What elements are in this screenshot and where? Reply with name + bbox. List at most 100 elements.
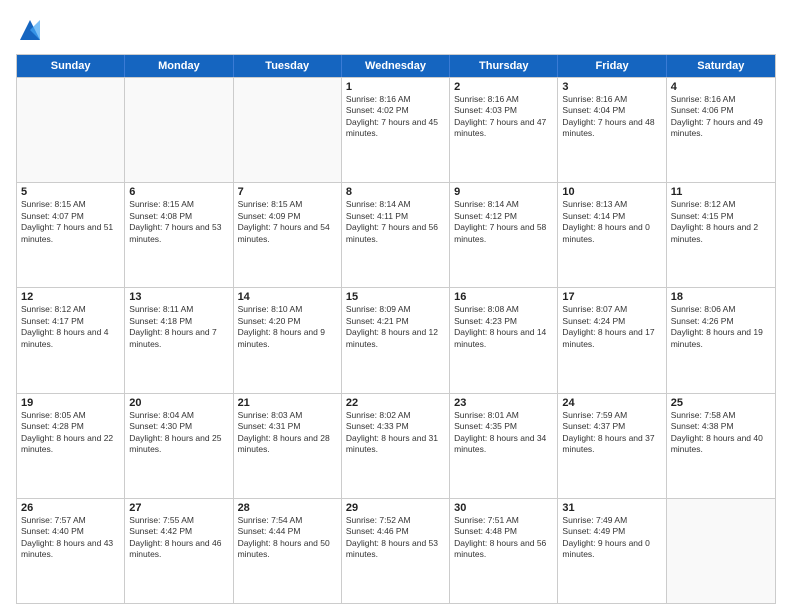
day-info: Sunrise: 8:12 AMSunset: 4:17 PMDaylight:… <box>21 304 120 350</box>
calendar-cell: 9Sunrise: 8:14 AMSunset: 4:12 PMDaylight… <box>450 183 558 287</box>
calendar-cell: 5Sunrise: 8:15 AMSunset: 4:07 PMDaylight… <box>17 183 125 287</box>
day-number: 26 <box>21 502 120 514</box>
day-info: Sunrise: 8:04 AMSunset: 4:30 PMDaylight:… <box>129 410 228 456</box>
calendar-cell: 8Sunrise: 8:14 AMSunset: 4:11 PMDaylight… <box>342 183 450 287</box>
day-number: 16 <box>454 291 553 303</box>
calendar-cell <box>234 78 342 182</box>
day-info: Sunrise: 8:05 AMSunset: 4:28 PMDaylight:… <box>21 410 120 456</box>
day-info: Sunrise: 8:14 AMSunset: 4:11 PMDaylight:… <box>346 199 445 245</box>
day-info: Sunrise: 8:12 AMSunset: 4:15 PMDaylight:… <box>671 199 771 245</box>
calendar-cell: 19Sunrise: 8:05 AMSunset: 4:28 PMDayligh… <box>17 394 125 498</box>
calendar-cell: 28Sunrise: 7:54 AMSunset: 4:44 PMDayligh… <box>234 499 342 603</box>
calendar-cell: 20Sunrise: 8:04 AMSunset: 4:30 PMDayligh… <box>125 394 233 498</box>
calendar-cell <box>17 78 125 182</box>
day-number: 11 <box>671 186 771 198</box>
day-number: 5 <box>21 186 120 198</box>
calendar: SundayMondayTuesdayWednesdayThursdayFrid… <box>16 54 776 604</box>
calendar-cell: 13Sunrise: 8:11 AMSunset: 4:18 PMDayligh… <box>125 288 233 392</box>
day-info: Sunrise: 8:14 AMSunset: 4:12 PMDaylight:… <box>454 199 553 245</box>
calendar-header-cell: Saturday <box>667 55 775 77</box>
day-number: 17 <box>562 291 661 303</box>
calendar-cell: 1Sunrise: 8:16 AMSunset: 4:02 PMDaylight… <box>342 78 450 182</box>
day-info: Sunrise: 8:16 AMSunset: 4:04 PMDaylight:… <box>562 94 661 140</box>
day-info: Sunrise: 8:06 AMSunset: 4:26 PMDaylight:… <box>671 304 771 350</box>
day-info: Sunrise: 8:16 AMSunset: 4:02 PMDaylight:… <box>346 94 445 140</box>
calendar-cell: 25Sunrise: 7:58 AMSunset: 4:38 PMDayligh… <box>667 394 775 498</box>
day-number: 29 <box>346 502 445 514</box>
calendar-header-cell: Friday <box>558 55 666 77</box>
day-number: 2 <box>454 81 553 93</box>
calendar-cell: 31Sunrise: 7:49 AMSunset: 4:49 PMDayligh… <box>558 499 666 603</box>
day-info: Sunrise: 8:15 AMSunset: 4:08 PMDaylight:… <box>129 199 228 245</box>
day-number: 21 <box>238 397 337 409</box>
day-number: 19 <box>21 397 120 409</box>
day-number: 4 <box>671 81 771 93</box>
calendar-cell: 6Sunrise: 8:15 AMSunset: 4:08 PMDaylight… <box>125 183 233 287</box>
calendar-cell: 14Sunrise: 8:10 AMSunset: 4:20 PMDayligh… <box>234 288 342 392</box>
calendar-header-cell: Thursday <box>450 55 558 77</box>
calendar-body: 1Sunrise: 8:16 AMSunset: 4:02 PMDaylight… <box>17 77 775 603</box>
calendar-cell: 29Sunrise: 7:52 AMSunset: 4:46 PMDayligh… <box>342 499 450 603</box>
day-number: 3 <box>562 81 661 93</box>
calendar-header-cell: Monday <box>125 55 233 77</box>
day-info: Sunrise: 8:02 AMSunset: 4:33 PMDaylight:… <box>346 410 445 456</box>
day-number: 22 <box>346 397 445 409</box>
calendar-cell: 15Sunrise: 8:09 AMSunset: 4:21 PMDayligh… <box>342 288 450 392</box>
day-number: 10 <box>562 186 661 198</box>
day-number: 31 <box>562 502 661 514</box>
calendar-header: SundayMondayTuesdayWednesdayThursdayFrid… <box>17 55 775 77</box>
calendar-header-cell: Tuesday <box>234 55 342 77</box>
calendar-cell: 16Sunrise: 8:08 AMSunset: 4:23 PMDayligh… <box>450 288 558 392</box>
logo <box>16 16 48 44</box>
day-number: 15 <box>346 291 445 303</box>
day-info: Sunrise: 7:55 AMSunset: 4:42 PMDaylight:… <box>129 515 228 561</box>
day-info: Sunrise: 8:07 AMSunset: 4:24 PMDaylight:… <box>562 304 661 350</box>
day-number: 8 <box>346 186 445 198</box>
calendar-cell: 2Sunrise: 8:16 AMSunset: 4:03 PMDaylight… <box>450 78 558 182</box>
calendar-header-cell: Sunday <box>17 55 125 77</box>
day-number: 9 <box>454 186 553 198</box>
calendar-week: 1Sunrise: 8:16 AMSunset: 4:02 PMDaylight… <box>17 77 775 182</box>
day-info: Sunrise: 8:11 AMSunset: 4:18 PMDaylight:… <box>129 304 228 350</box>
day-number: 6 <box>129 186 228 198</box>
day-number: 13 <box>129 291 228 303</box>
calendar-week: 26Sunrise: 7:57 AMSunset: 4:40 PMDayligh… <box>17 498 775 603</box>
day-info: Sunrise: 7:57 AMSunset: 4:40 PMDaylight:… <box>21 515 120 561</box>
calendar-cell: 7Sunrise: 8:15 AMSunset: 4:09 PMDaylight… <box>234 183 342 287</box>
day-info: Sunrise: 7:58 AMSunset: 4:38 PMDaylight:… <box>671 410 771 456</box>
calendar-cell: 27Sunrise: 7:55 AMSunset: 4:42 PMDayligh… <box>125 499 233 603</box>
day-number: 28 <box>238 502 337 514</box>
day-number: 18 <box>671 291 771 303</box>
calendar-cell: 30Sunrise: 7:51 AMSunset: 4:48 PMDayligh… <box>450 499 558 603</box>
day-number: 7 <box>238 186 337 198</box>
day-number: 1 <box>346 81 445 93</box>
calendar-header-cell: Wednesday <box>342 55 450 77</box>
day-info: Sunrise: 7:59 AMSunset: 4:37 PMDaylight:… <box>562 410 661 456</box>
day-info: Sunrise: 8:13 AMSunset: 4:14 PMDaylight:… <box>562 199 661 245</box>
day-number: 24 <box>562 397 661 409</box>
day-info: Sunrise: 7:49 AMSunset: 4:49 PMDaylight:… <box>562 515 661 561</box>
day-info: Sunrise: 8:08 AMSunset: 4:23 PMDaylight:… <box>454 304 553 350</box>
page: SundayMondayTuesdayWednesdayThursdayFrid… <box>0 0 792 612</box>
day-number: 27 <box>129 502 228 514</box>
calendar-week: 19Sunrise: 8:05 AMSunset: 4:28 PMDayligh… <box>17 393 775 498</box>
day-info: Sunrise: 8:16 AMSunset: 4:06 PMDaylight:… <box>671 94 771 140</box>
calendar-week: 12Sunrise: 8:12 AMSunset: 4:17 PMDayligh… <box>17 287 775 392</box>
calendar-cell: 10Sunrise: 8:13 AMSunset: 4:14 PMDayligh… <box>558 183 666 287</box>
day-info: Sunrise: 7:51 AMSunset: 4:48 PMDaylight:… <box>454 515 553 561</box>
day-number: 25 <box>671 397 771 409</box>
day-info: Sunrise: 8:10 AMSunset: 4:20 PMDaylight:… <box>238 304 337 350</box>
day-info: Sunrise: 8:15 AMSunset: 4:09 PMDaylight:… <box>238 199 337 245</box>
logo-icon <box>16 16 44 44</box>
day-info: Sunrise: 8:15 AMSunset: 4:07 PMDaylight:… <box>21 199 120 245</box>
calendar-cell: 24Sunrise: 7:59 AMSunset: 4:37 PMDayligh… <box>558 394 666 498</box>
day-info: Sunrise: 8:03 AMSunset: 4:31 PMDaylight:… <box>238 410 337 456</box>
day-number: 12 <box>21 291 120 303</box>
calendar-cell: 26Sunrise: 7:57 AMSunset: 4:40 PMDayligh… <box>17 499 125 603</box>
calendar-cell <box>667 499 775 603</box>
calendar-cell: 22Sunrise: 8:02 AMSunset: 4:33 PMDayligh… <box>342 394 450 498</box>
day-info: Sunrise: 7:52 AMSunset: 4:46 PMDaylight:… <box>346 515 445 561</box>
calendar-cell: 17Sunrise: 8:07 AMSunset: 4:24 PMDayligh… <box>558 288 666 392</box>
calendar-cell: 11Sunrise: 8:12 AMSunset: 4:15 PMDayligh… <box>667 183 775 287</box>
day-number: 23 <box>454 397 553 409</box>
